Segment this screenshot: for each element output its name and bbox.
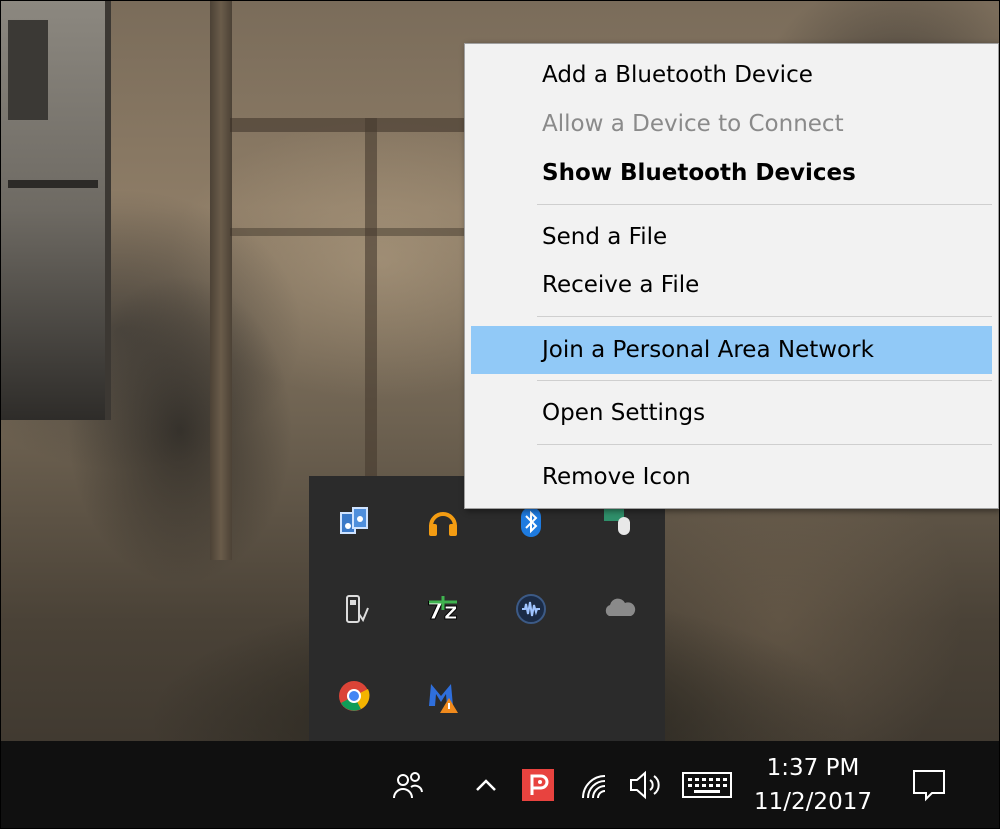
volume-icon[interactable] bbox=[626, 767, 666, 803]
menu-separator bbox=[537, 444, 992, 445]
onedrive-cloud-icon[interactable] bbox=[599, 589, 639, 629]
7zip-icon[interactable]: 7z bbox=[423, 589, 463, 629]
menu-item-remove-icon[interactable]: Remove Icon bbox=[471, 454, 992, 500]
malwarebytes-warning-icon[interactable] bbox=[423, 676, 463, 716]
menu-separator bbox=[537, 380, 992, 381]
touch-keyboard-icon[interactable] bbox=[680, 767, 734, 803]
pushbullet-icon[interactable] bbox=[520, 767, 556, 803]
wallpaper-post-shape bbox=[365, 118, 377, 538]
menu-item-receive-file[interactable]: Receive a File bbox=[471, 262, 992, 308]
audio-manager-icon[interactable] bbox=[334, 502, 374, 542]
chrome-icon[interactable] bbox=[334, 676, 374, 716]
menu-separator bbox=[537, 316, 992, 317]
headphones-icon[interactable] bbox=[423, 502, 463, 542]
wifi-icon[interactable] bbox=[576, 767, 612, 803]
clock-date: 11/2/2017 bbox=[754, 789, 872, 815]
taskbar: 1:37 PM 11/2/2017 bbox=[0, 741, 1000, 829]
bluetooth-context-menu: Add a Bluetooth Device Allow a Device to… bbox=[464, 43, 999, 509]
wallpaper-pillar-shape bbox=[210, 0, 232, 560]
people-icon[interactable] bbox=[388, 765, 428, 805]
usb-safely-remove-icon[interactable] bbox=[334, 589, 374, 629]
menu-item-add-bluetooth-device[interactable]: Add a Bluetooth Device bbox=[471, 52, 992, 98]
wallpaper-window-shape bbox=[0, 0, 111, 420]
waveform-audio-icon[interactable] bbox=[511, 589, 551, 629]
menu-item-show-bluetooth-devices[interactable]: Show Bluetooth Devices bbox=[471, 150, 992, 196]
menu-item-send-file[interactable]: Send a File bbox=[471, 214, 992, 260]
wallpaper-beam-shape bbox=[230, 118, 470, 132]
menu-item-allow-device-to-connect: Allow a Device to Connect bbox=[542, 111, 844, 137]
clock-time: 1:37 PM bbox=[766, 755, 860, 781]
system-clock[interactable]: 1:37 PM 11/2/2017 bbox=[742, 741, 884, 829]
show-hidden-icons-chevron-icon[interactable] bbox=[468, 767, 504, 803]
menu-item-open-settings[interactable]: Open Settings bbox=[471, 390, 992, 436]
wallpaper-beam-shape bbox=[230, 228, 470, 236]
menu-item-join-personal-area-network[interactable]: Join a Personal Area Network bbox=[471, 326, 992, 374]
menu-separator bbox=[537, 204, 992, 205]
tray-overflow-panel: 7z bbox=[309, 476, 665, 741]
action-center-icon[interactable] bbox=[908, 765, 950, 805]
